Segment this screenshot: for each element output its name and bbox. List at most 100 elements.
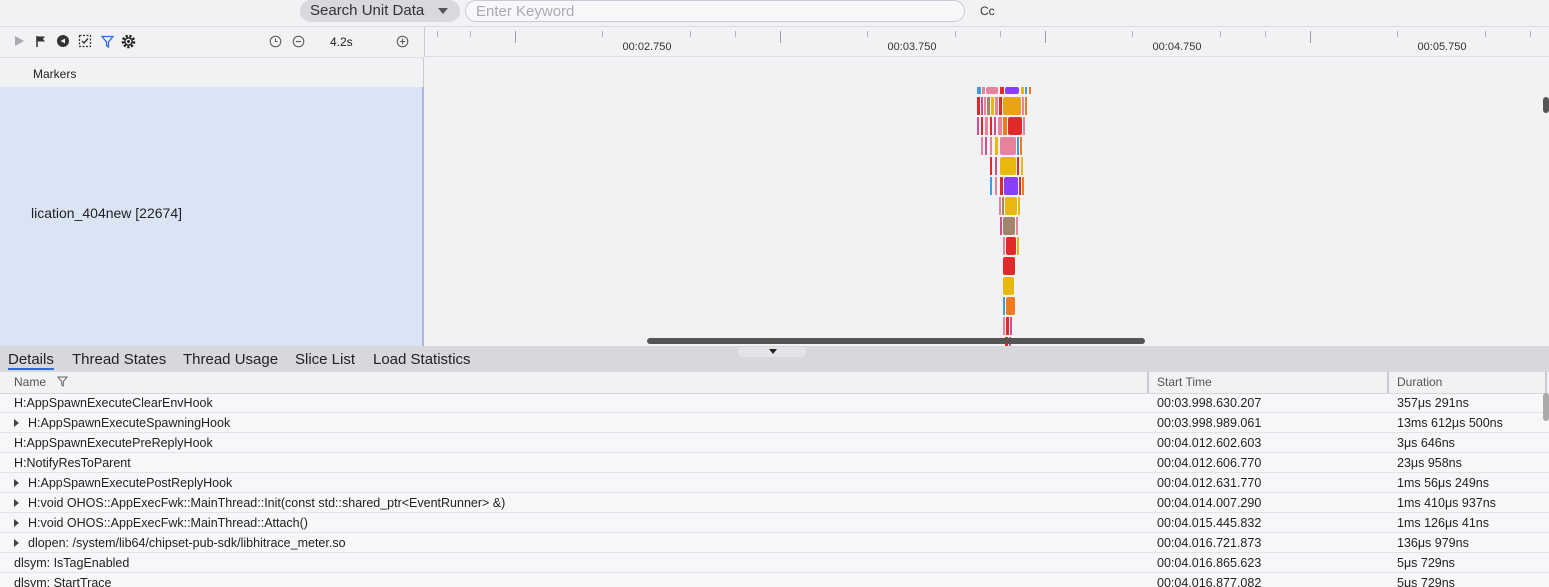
trace-slice[interactable] <box>995 157 997 175</box>
expand-arrow-icon[interactable] <box>14 419 19 427</box>
trace-slice[interactable] <box>1008 117 1022 135</box>
trace-slice[interactable] <box>1025 87 1027 94</box>
trace-slice[interactable] <box>990 117 992 135</box>
table-row[interactable]: H:void OHOS::AppExecFwk::MainThread::Att… <box>0 513 1549 533</box>
column-header-duration[interactable]: Duration <box>1397 375 1442 389</box>
trace-slice[interactable] <box>995 177 997 195</box>
tab-thread-usage[interactable]: Thread Usage <box>183 351 278 368</box>
trace-slice[interactable] <box>1000 217 1002 235</box>
trace-slice[interactable] <box>981 137 983 155</box>
trace-slice[interactable] <box>1023 117 1025 135</box>
trace-slice[interactable] <box>1019 177 1021 195</box>
trace-slice[interactable] <box>1003 317 1005 335</box>
flame-graph[interactable] <box>425 87 1549 346</box>
trace-slice[interactable] <box>991 97 994 115</box>
column-resizer[interactable] <box>1545 372 1547 393</box>
trace-slice[interactable] <box>1000 157 1016 175</box>
trace-slice[interactable] <box>1020 137 1022 155</box>
trace-slice[interactable] <box>995 137 998 155</box>
trace-slice[interactable] <box>995 97 998 115</box>
lane-vertical-scrollbar[interactable] <box>1543 97 1549 113</box>
trace-slice[interactable] <box>1000 87 1004 94</box>
tab-details[interactable]: Details <box>8 351 54 370</box>
table-row[interactable]: dlsym: StartTrace 00:04.016.877.082 5μs 72… <box>0 573 1549 587</box>
trace-slice[interactable] <box>985 137 987 155</box>
trace-slice[interactable] <box>1021 87 1024 94</box>
trace-slice[interactable] <box>998 117 1002 135</box>
panel-collapse-handle[interactable] <box>738 347 806 357</box>
trace-slice[interactable] <box>990 137 992 155</box>
settings-icon[interactable] <box>120 33 136 49</box>
markers-row[interactable]: Markers <box>0 58 1549 88</box>
marker-circle-icon[interactable] <box>55 33 71 49</box>
trace-slice[interactable] <box>999 197 1001 215</box>
column-resizer[interactable] <box>1387 372 1389 393</box>
trace-slice[interactable] <box>1006 317 1009 335</box>
trace-slice[interactable] <box>986 87 998 94</box>
trace-slice[interactable] <box>1005 197 1017 215</box>
search-scope-select[interactable]: Search Unit Data <box>300 0 460 22</box>
trace-slice[interactable] <box>1010 317 1012 335</box>
table-vertical-scrollbar[interactable] <box>1543 393 1549 421</box>
trace-slice[interactable] <box>1003 297 1005 315</box>
trace-slice[interactable] <box>1025 97 1027 115</box>
trace-slice[interactable] <box>1017 237 1019 255</box>
trace-slice[interactable] <box>1000 137 1016 155</box>
trace-slice[interactable] <box>1017 137 1019 155</box>
column-header-name[interactable]: Name <box>14 375 46 389</box>
trace-slice[interactable] <box>982 87 985 94</box>
trace-slice[interactable] <box>987 97 990 115</box>
trace-slice[interactable] <box>1006 237 1016 255</box>
trace-slice[interactable] <box>977 97 980 115</box>
trace-slice[interactable] <box>1022 177 1024 195</box>
trace-slice[interactable] <box>1005 87 1019 94</box>
tab-thread-states[interactable]: Thread States <box>72 351 166 368</box>
trace-slice[interactable] <box>1021 157 1023 175</box>
trace-slice[interactable] <box>1004 177 1018 195</box>
reset-zoom-icon[interactable] <box>267 33 283 49</box>
expand-arrow-icon[interactable] <box>14 539 19 547</box>
trace-slice[interactable] <box>1017 157 1019 175</box>
zoom-in-icon[interactable] <box>394 33 410 49</box>
trace-slice[interactable] <box>1003 257 1015 275</box>
process-lane-track[interactable] <box>425 87 1549 346</box>
table-row[interactable]: H:AppSpawnExecutePreReplyHook 00:04.012.6… <box>0 433 1549 453</box>
trace-slice[interactable] <box>1029 87 1031 94</box>
time-ruler[interactable]: 00:02.750 00:03.750 00:04.750 00:05.750 <box>424 27 1549 57</box>
expand-arrow-icon[interactable] <box>14 479 19 487</box>
trace-slice[interactable] <box>1003 217 1015 235</box>
column-header-start-time[interactable]: Start Time <box>1157 375 1212 389</box>
trace-slice[interactable] <box>1003 237 1005 255</box>
trace-slice[interactable] <box>1022 97 1024 115</box>
trace-slice[interactable] <box>994 117 996 135</box>
table-row[interactable]: H:AppSpawnExecuteClearEnvHook 00:03.998.6… <box>0 393 1549 413</box>
table-row[interactable]: H:void OHOS::AppExecFwk::MainThread::Ini… <box>0 493 1549 513</box>
zoom-out-icon[interactable] <box>290 33 306 49</box>
tab-slice-list[interactable]: Slice List <box>295 351 355 368</box>
case-sensitive-button[interactable]: Cc <box>980 4 995 18</box>
trace-slice[interactable] <box>990 177 992 195</box>
trace-slice[interactable] <box>999 97 1002 115</box>
trace-slice[interactable] <box>981 117 983 135</box>
column-resizer[interactable] <box>1147 372 1149 393</box>
table-row[interactable]: dlopen: /system/lib64/chipset-pub-sdk/li… <box>0 533 1549 553</box>
trace-slice[interactable] <box>1016 217 1018 235</box>
trace-slice[interactable] <box>1002 197 1004 215</box>
table-row[interactable]: H:AppSpawnExecutePostReplyHook 00:04.012.… <box>0 473 1549 493</box>
process-lane-header[interactable]: lication_404new [22674] <box>0 87 424 346</box>
table-row[interactable]: H:AppSpawnExecuteSpawningHook 00:03.998.9… <box>0 413 1549 433</box>
filter-icon[interactable] <box>99 33 115 49</box>
table-row[interactable]: H:NotifyResToParent 00:04.012.606.770 23μs… <box>0 453 1549 473</box>
flag-icon[interactable] <box>33 33 49 49</box>
filter-icon[interactable] <box>56 376 69 390</box>
trace-slice[interactable] <box>977 117 979 135</box>
tab-load-statistics[interactable]: Load Statistics <box>373 351 471 368</box>
trace-slice[interactable] <box>1000 177 1003 195</box>
expand-arrow-icon[interactable] <box>14 519 19 527</box>
search-input[interactable] <box>465 0 965 22</box>
trace-slice[interactable] <box>1003 117 1007 135</box>
trace-slice[interactable] <box>1018 197 1020 215</box>
trace-slice[interactable] <box>985 117 988 135</box>
capture-icon[interactable] <box>77 33 93 49</box>
expand-arrow-icon[interactable] <box>14 499 19 507</box>
